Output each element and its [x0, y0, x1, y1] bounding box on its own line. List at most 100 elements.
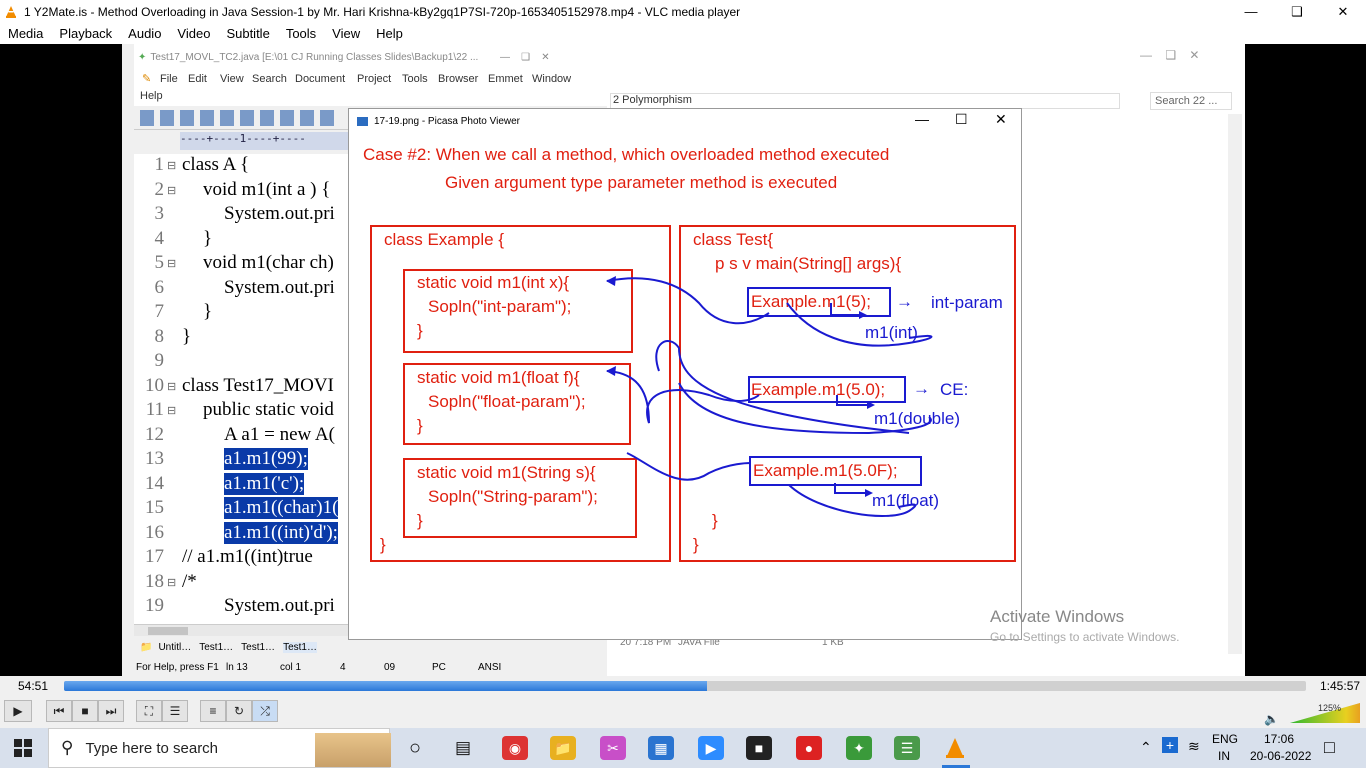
- code-line[interactable]: 15 a1.m1((char)1(: [134, 497, 360, 522]
- code-line[interactable]: 11 ⊟ public static void: [134, 399, 360, 424]
- menu-playback[interactable]: Playback: [59, 26, 112, 41]
- shuffle-icon[interactable]: ⤮: [252, 700, 278, 722]
- notepad-plus-plus-icon[interactable]: ✦: [846, 736, 872, 760]
- tab-test3-active[interactable]: Test1…: [283, 641, 317, 653]
- windows-start-icon[interactable]: [14, 739, 32, 757]
- zoom-icon[interactable]: ▶: [698, 736, 724, 760]
- code-line[interactable]: 9: [134, 350, 360, 375]
- taskbar-search-input[interactable]: ⚲ Type here to search: [48, 728, 391, 768]
- code-line[interactable]: 17 // a1.m1((int)true: [134, 546, 360, 571]
- sticky-notes-icon[interactable]: ■: [746, 736, 772, 760]
- picasa-minimize-button[interactable]: —: [915, 111, 929, 127]
- code-line[interactable]: 13 a1.m1(99);: [134, 448, 360, 473]
- code-line[interactable]: 10 ⊟ class Test17_MOVI: [134, 375, 360, 400]
- maximize-button[interactable]: ❑: [1274, 0, 1320, 23]
- code-line[interactable]: 18 ⊟ /*: [134, 571, 360, 596]
- fold-toggle-icon[interactable]: ⊟: [167, 380, 176, 393]
- npp-toolbar-icons[interactable]: [140, 110, 340, 126]
- code-text: class Test17_MOVI: [182, 374, 334, 396]
- npp-menu-emmet[interactable]: Emmet: [488, 73, 523, 85]
- npp-menu-view[interactable]: View: [220, 73, 244, 85]
- code-line[interactable]: 5 ⊟ void m1(char ch): [134, 252, 360, 277]
- search-input[interactable]: Search 22 ...: [1150, 92, 1232, 110]
- menu-tools[interactable]: Tools: [286, 26, 316, 41]
- menu-video[interactable]: Video: [177, 26, 210, 41]
- cortana-icon[interactable]: ○: [402, 736, 428, 760]
- code-line[interactable]: 1 ⊟ class A {: [134, 154, 360, 179]
- npp-menu-project[interactable]: Project: [357, 73, 391, 85]
- code-line[interactable]: 2 ⊟ void m1(int a ) {: [134, 179, 360, 204]
- stop-icon[interactable]: ■: [72, 700, 98, 722]
- code-line[interactable]: 19 System.out.pri: [134, 595, 360, 620]
- playlist-icon[interactable]: ≡: [200, 700, 226, 722]
- npp-horizontal-scrollbar[interactable]: [134, 624, 360, 636]
- picasa-maximize-button[interactable]: ☐: [955, 111, 968, 128]
- npp-editor[interactable]: 1 ⊟ class A {2 ⊟ void m1(int a ) {3 System.ou…: [134, 154, 360, 624]
- code-line[interactable]: 6 System.out.pri: [134, 277, 360, 302]
- fold-toggle-icon[interactable]: ⊟: [167, 184, 176, 197]
- tab-test2[interactable]: Test1…: [241, 642, 275, 653]
- video-surface[interactable]: — ❑ ✕ 2 Polymorphism Search 22 ... 20 7:…: [0, 44, 1366, 676]
- tab-test1[interactable]: Test1…: [199, 642, 233, 653]
- menu-subtitle[interactable]: Subtitle: [226, 26, 269, 41]
- code-line[interactable]: 7}: [134, 301, 360, 326]
- tab-untitled[interactable]: Untitl…: [158, 642, 191, 653]
- seek-bar[interactable]: [64, 681, 1306, 691]
- npp-menu-browser[interactable]: Browser: [438, 73, 478, 85]
- language-primary[interactable]: ENG: [1212, 732, 1238, 746]
- file-explorer-icon[interactable]: 📁: [550, 736, 576, 760]
- play-button[interactable]: ▶: [4, 700, 32, 722]
- npp-menu-document[interactable]: Document: [295, 73, 345, 85]
- code-line[interactable]: 8}: [134, 326, 360, 351]
- breadcrumb[interactable]: 2 Polymorphism: [610, 93, 1120, 109]
- code-line[interactable]: 4}: [134, 228, 360, 253]
- notification-icon[interactable]: □: [1324, 737, 1335, 758]
- clock-time[interactable]: 17:06: [1264, 732, 1294, 746]
- clock-date[interactable]: 20-06-2022: [1250, 749, 1311, 763]
- npp-menu-file[interactable]: File: [160, 73, 178, 85]
- npp-menu-tools[interactable]: Tools: [402, 73, 428, 85]
- chevron-up-icon[interactable]: ⌃: [1140, 739, 1152, 756]
- store-icon[interactable]: ▦: [648, 736, 674, 760]
- npp-chameleon-icon: ✦: [138, 51, 147, 63]
- fold-toggle-icon[interactable]: ⊟: [167, 159, 176, 172]
- next-icon[interactable]: ⏭: [98, 700, 124, 722]
- slide-image: Case #2: When we call a method, which ov…: [349, 133, 1021, 639]
- npp-menu-window[interactable]: Window: [532, 73, 571, 85]
- speaker-icon[interactable]: 🔈: [1264, 712, 1279, 726]
- picasa-close-button[interactable]: ✕: [995, 111, 1007, 128]
- explorer-scrollbar[interactable]: [1228, 114, 1242, 654]
- npp-menu-edit[interactable]: Edit: [188, 73, 207, 85]
- line-number: 15: [145, 497, 164, 518]
- fold-toggle-icon[interactable]: ⊟: [167, 257, 176, 270]
- recorder-icon[interactable]: ●: [796, 736, 822, 760]
- npp-menu-help[interactable]: Help: [140, 90, 163, 102]
- loop-icon[interactable]: ↻: [226, 700, 252, 722]
- plus-icon[interactable]: +: [1162, 737, 1178, 753]
- code-line[interactable]: 16 a1.m1((int)'d');: [134, 521, 360, 547]
- menu-media[interactable]: Media: [8, 26, 43, 41]
- notepad-icon[interactable]: ☰: [894, 736, 920, 760]
- extended-settings-icon[interactable]: ☰: [162, 700, 188, 722]
- code-line[interactable]: 14 a1.m1('c');: [134, 472, 360, 498]
- npp-menu-search[interactable]: Search: [252, 73, 287, 85]
- menu-audio[interactable]: Audio: [128, 26, 161, 41]
- close-button[interactable]: ✕: [1320, 0, 1366, 23]
- fullscreen-icon[interactable]: ⛶: [136, 700, 162, 722]
- code-line[interactable]: 3 System.out.pri: [134, 203, 360, 228]
- language-secondary[interactable]: IN: [1218, 749, 1230, 763]
- vlc-taskbar-icon[interactable]: [942, 736, 968, 760]
- minimize-button[interactable]: —: [1228, 0, 1274, 23]
- previous-icon[interactable]: ⏮: [46, 700, 72, 722]
- task-view-icon[interactable]: ▤: [450, 736, 476, 760]
- fold-toggle-icon[interactable]: ⊟: [167, 404, 176, 417]
- chrome-icon[interactable]: ◉: [502, 736, 528, 760]
- menu-view[interactable]: View: [332, 26, 360, 41]
- wifi-icon[interactable]: ≋: [1188, 738, 1200, 755]
- scrollbar-thumb[interactable]: [148, 627, 188, 635]
- fold-toggle-icon[interactable]: ⊟: [167, 576, 176, 589]
- snipping-tool-icon[interactable]: ✂: [600, 736, 626, 760]
- code-line[interactable]: 12 A a1 = new A(: [134, 424, 360, 449]
- menu-help[interactable]: Help: [376, 26, 403, 41]
- code-text: System.out.pri: [224, 276, 335, 298]
